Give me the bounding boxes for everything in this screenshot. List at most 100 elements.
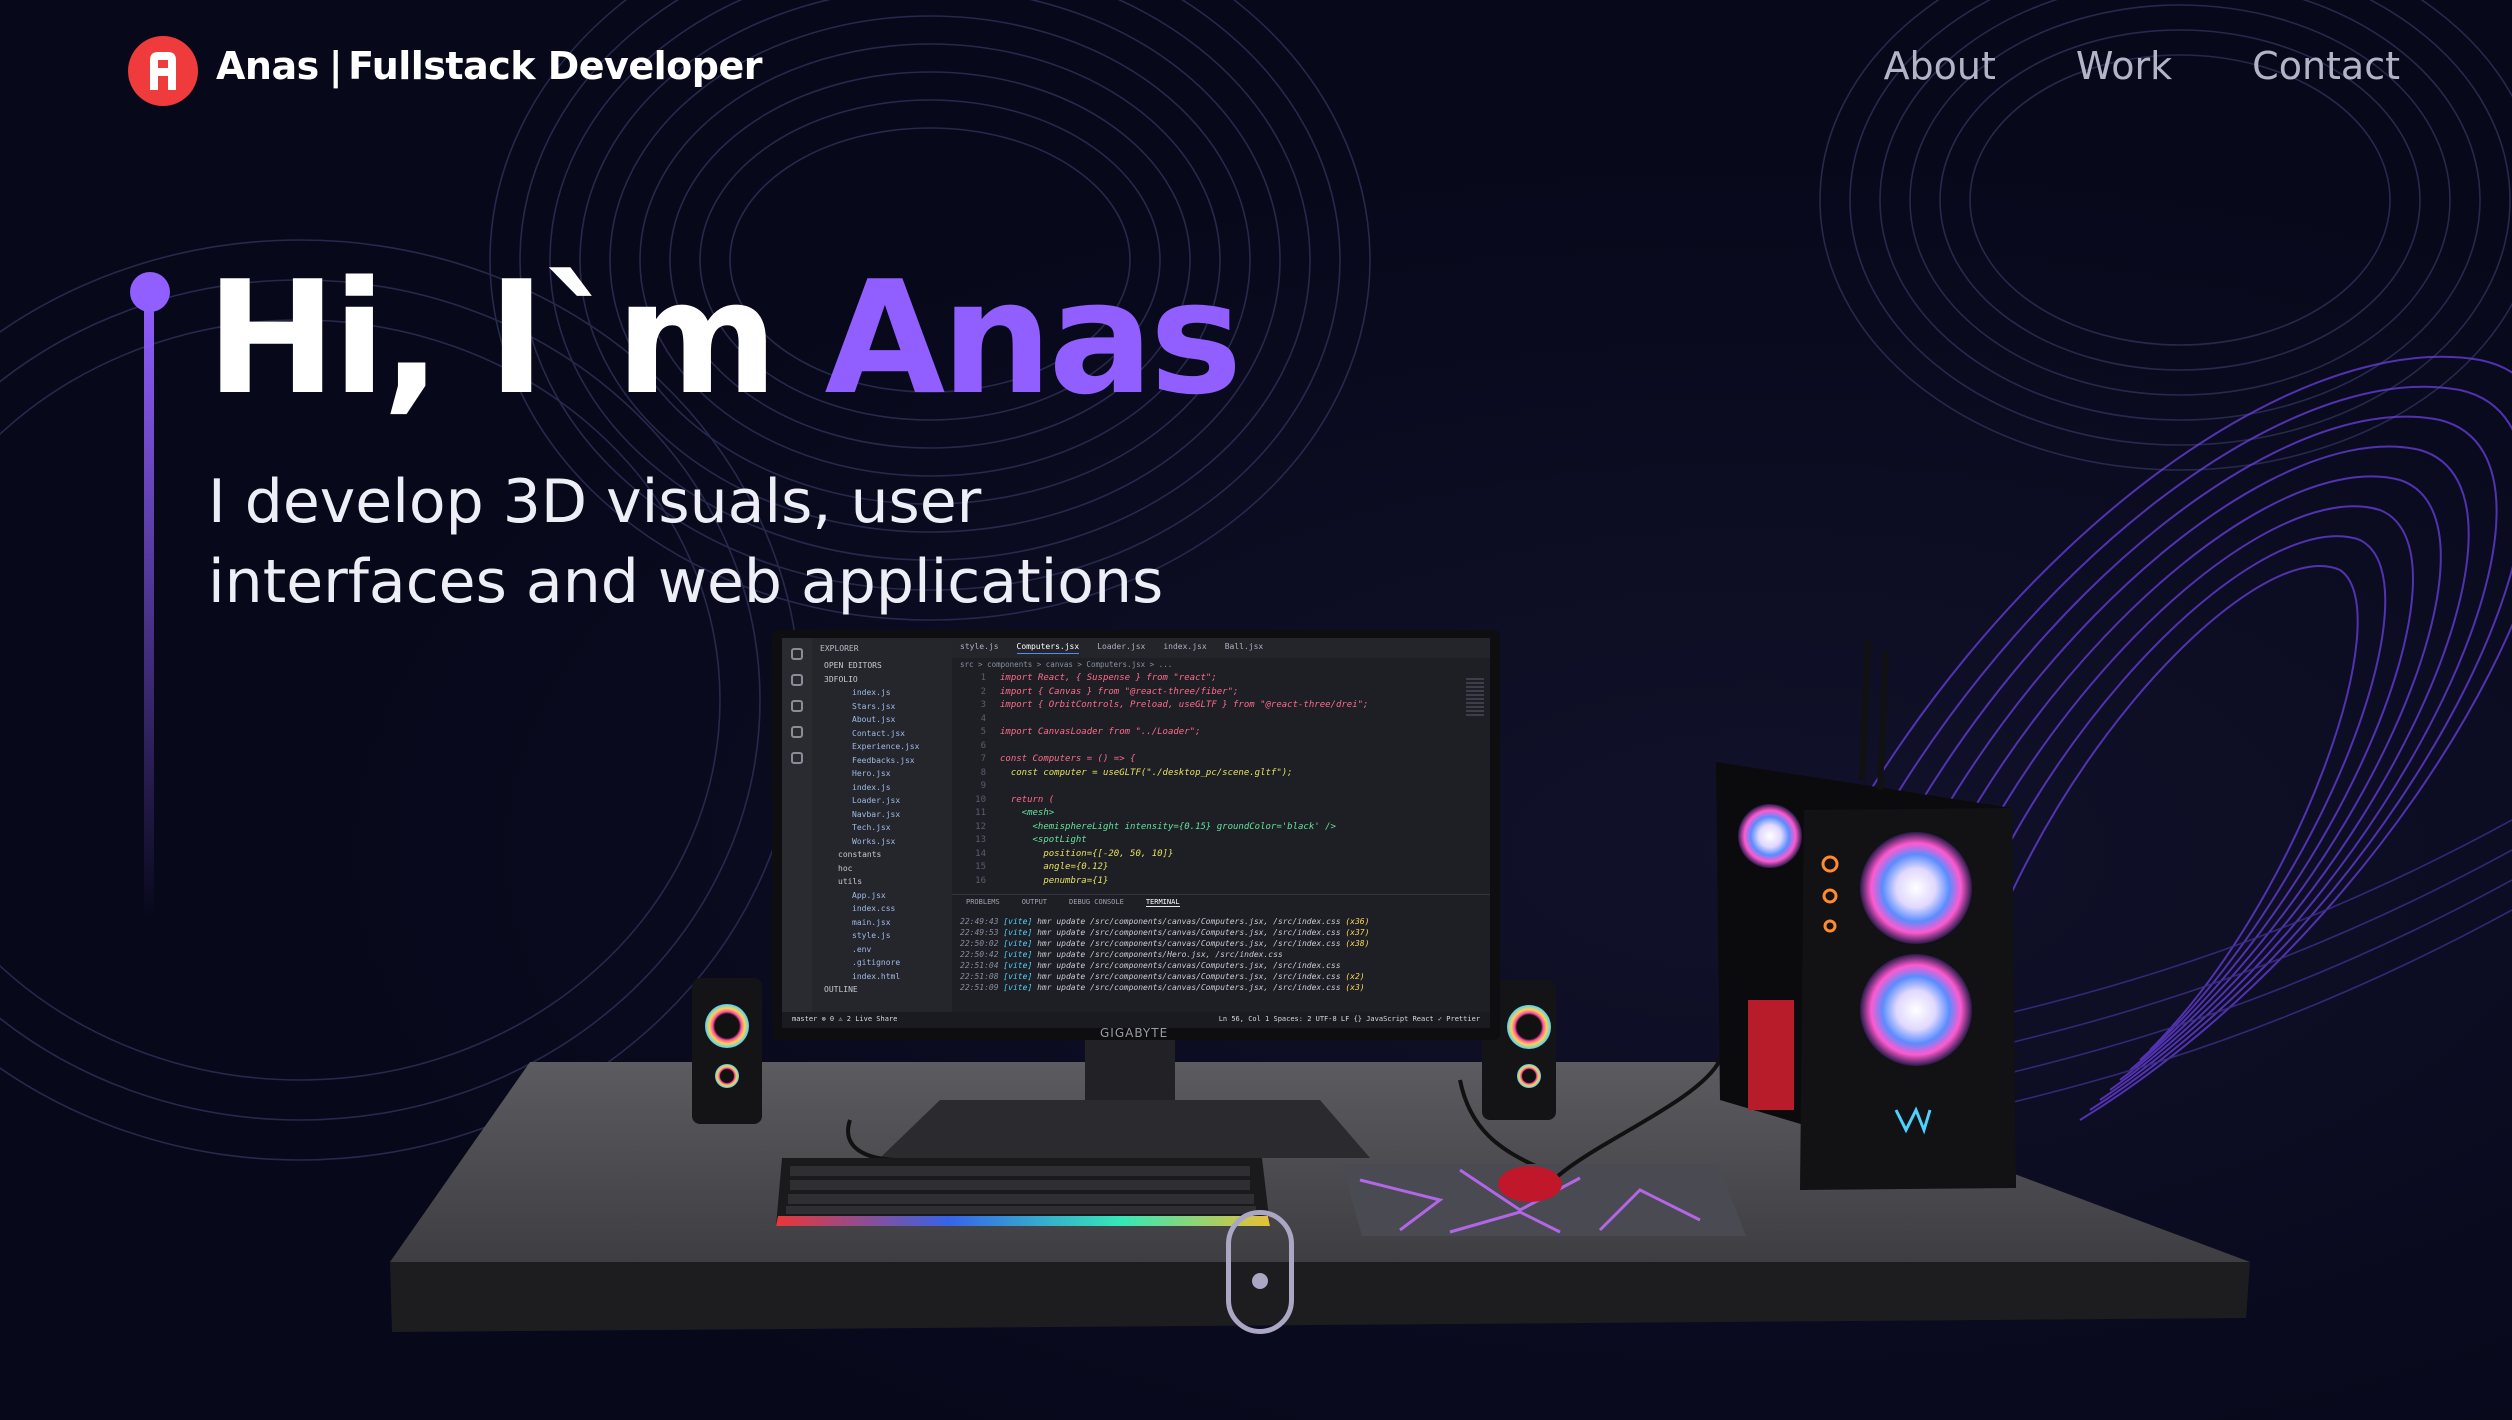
terminal-line: 22:49:53 [vite] hmr update /src/componen…: [960, 927, 1480, 938]
explorer-file: Navbar.jsx: [852, 809, 901, 819]
terminal-message: hmr update /src/components/canvas/Comput…: [1037, 928, 1346, 937]
editor-terminal: 22:49:43 [vite] hmr update /src/componen…: [960, 916, 1480, 993]
terminal-time: 22:50:42: [960, 950, 1004, 959]
explorer-file: index.js: [852, 782, 891, 792]
line-number: 12: [975, 821, 986, 832]
explorer-file: About.jsx: [852, 715, 896, 724]
line-number: 8: [980, 767, 986, 778]
speaker-left: [692, 978, 762, 1124]
explorer-file: .gitignore: [852, 958, 901, 967]
code-text: return (: [1000, 794, 1055, 805]
terminal-time: 22:51:09: [960, 983, 1004, 992]
monitor-base: [880, 1100, 1370, 1158]
terminal-tag: [vite]: [1003, 950, 1038, 959]
terminal-line: 22:51:04 [vite] hmr update /src/componen…: [960, 960, 1480, 971]
terminal-message: hmr update /src/components/canvas/Comput…: [1037, 961, 1341, 970]
explorer-file: style.js: [852, 931, 891, 940]
explorer-file: Stars.jsx: [852, 701, 896, 711]
explorer-folder: utils: [838, 877, 863, 886]
line-number: 1: [980, 673, 986, 683]
editor-tab: Ball.jsx: [1224, 642, 1264, 651]
terminal-time: 22:50:02: [960, 939, 1004, 948]
monitor-neck: [1085, 1038, 1175, 1100]
terminal-tag: [vite]: [1003, 961, 1038, 970]
panel-tab: DEBUG CONSOLE: [1069, 898, 1124, 906]
code-line: 14 position={[-20, 50, 10]}: [960, 848, 1462, 862]
terminal-count: (x36): [1345, 917, 1370, 926]
code-text: import { Canvas } from "@react-three/fib…: [1000, 686, 1239, 697]
editor-activity-bar: [782, 638, 812, 1028]
explorer-file: .env: [852, 944, 872, 954]
explorer-project: 3DFOLIO: [824, 674, 858, 684]
portfolio-page: Anas | Fullstack Developer About Work Cont…: [0, 0, 2512, 1420]
terminal-tag: [vite]: [1003, 972, 1038, 981]
line-number: 5: [980, 727, 986, 737]
explorer-file: App.jsx: [852, 890, 886, 900]
editor-code: 1 import React, { Suspense } from "react"…: [952, 672, 1462, 890]
panel-tab: OUTPUT: [1021, 898, 1048, 906]
explorer-file: index.html: [852, 971, 901, 981]
code-line: 16 penumbra={1}: [960, 875, 1462, 889]
code-text: const computer = useGLTF("./desktop_pc/s…: [1000, 767, 1293, 778]
mouse: [1498, 1166, 1562, 1202]
status-right: Ln 56, Col 1 Spaces: 2 UTF-8 LF {} JavaS…: [1218, 1015, 1480, 1023]
terminal-count: (x3): [1345, 983, 1365, 992]
code-line: 4: [960, 713, 1462, 727]
editor-tab: Loader.jsx: [1097, 642, 1146, 651]
line-number: 10: [975, 794, 986, 805]
line-number: 2: [980, 686, 986, 697]
code-line: 2 import { Canvas } from "@react-three/fi…: [960, 686, 1462, 700]
code-line: 15 angle={0.12}: [960, 861, 1462, 875]
explorer-file: main.jsx: [852, 917, 891, 927]
terminal-tag: [vite]: [1003, 939, 1038, 948]
terminal-time: 22:49:53: [960, 928, 1004, 937]
terminal-time: 22:51:04: [960, 961, 1004, 970]
editor-explorer: EXPLORER OPEN EDITORS 3DFOLIO index.js S…: [812, 638, 952, 1028]
editor-tabbar: style.js Computers.jsx Loader.jsx index.…: [952, 638, 1490, 658]
explorer-file: Loader.jsx: [852, 796, 901, 805]
pc-tower: [1716, 639, 2016, 1190]
source-control-icon: [791, 700, 803, 712]
explorer-file: Tech.jsx: [852, 823, 891, 832]
search-icon: [791, 674, 803, 686]
code-line: 12 <hemisphereLight intensity={0.15} gro…: [960, 821, 1462, 835]
code-line: 10 return (: [960, 794, 1462, 808]
explorer-title: EXPLORER: [820, 644, 859, 653]
line-number: 11: [975, 808, 986, 818]
code-line: 8 const computer = useGLTF("./desktop_pc…: [960, 767, 1462, 781]
terminal-line: 22:51:09 [vite] hmr update /src/componen…: [960, 982, 1480, 993]
code-text: const Computers = () => {: [1000, 754, 1136, 764]
scroll-indicator[interactable]: [1226, 1210, 1294, 1334]
terminal-line: 22:50:02 [vite] hmr update /src/componen…: [960, 938, 1480, 949]
terminal-tag: [vite]: [1003, 983, 1038, 992]
terminal-message: hmr update /src/components/canvas/Comput…: [1037, 983, 1346, 992]
terminal-count: (x38): [1345, 939, 1370, 948]
terminal-message: hmr update /src/components/Hero.jsx, /sr…: [1037, 950, 1283, 959]
code-text: penumbra={1}: [1000, 875, 1109, 886]
line-number: 16: [975, 875, 986, 886]
panel-tab: PROBLEMS: [966, 898, 1000, 906]
editor-breadcrumb: src > components > canvas > Computers.js…: [960, 660, 1173, 669]
run-icon: [791, 726, 803, 738]
line-number: 13: [975, 835, 986, 845]
explorer-file: index.js: [852, 688, 891, 697]
explorer-file: index.css: [852, 904, 896, 913]
monitor-brand-label: GIGABYTE: [1100, 1026, 1169, 1040]
explorer-file: Contact.jsx: [852, 728, 905, 738]
line-number: 4: [980, 713, 986, 724]
terminal-count: (x37): [1345, 928, 1370, 937]
line-number: 15: [975, 862, 986, 872]
explorer-open-editors: OPEN EDITORS: [824, 661, 882, 670]
scroll-dot: [1252, 1273, 1268, 1289]
monitor-screen: EXPLORER OPEN EDITORS 3DFOLIO index.js S…: [782, 638, 1490, 1028]
terminal-time: 22:51:08: [960, 972, 1004, 981]
code-text: <hemisphereLight intensity={0.15} ground…: [1000, 821, 1336, 832]
code-text: import React, { Suspense } from "react";: [1000, 673, 1217, 683]
code-line: 5 import CanvasLoader from "../Loader";: [960, 726, 1462, 740]
line-number: 9: [980, 781, 986, 791]
terminal-time: 22:49:43: [960, 917, 1004, 926]
terminal-count: (x2): [1345, 972, 1365, 981]
code-line: 7 const Computers = () => {: [960, 753, 1462, 767]
line-number: 14: [975, 848, 986, 859]
editor-tab: style.js: [960, 642, 999, 651]
